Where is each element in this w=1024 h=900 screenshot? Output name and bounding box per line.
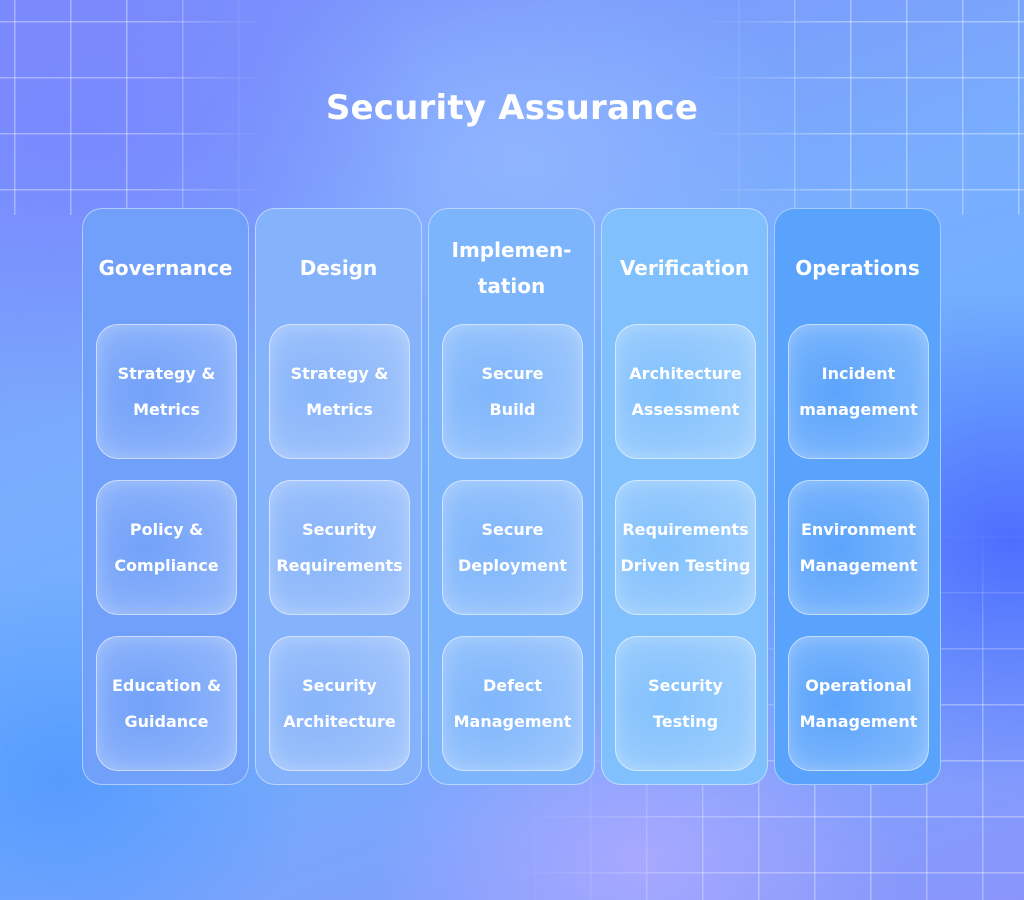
column-governance: Governance Strategy & Metrics Policy & C… [82, 208, 249, 785]
column-header: Governance [98, 256, 233, 280]
practice-card[interactable]: Policy & Compliance [96, 480, 237, 615]
column-header: Design [299, 256, 378, 280]
column-implementation: Implemen- tation Secure Build Secure Dep… [428, 208, 595, 785]
diagram-title: Security Assurance [325, 88, 699, 128]
column-header: Verification [619, 256, 750, 280]
practice-card[interactable]: Security Testing [615, 636, 756, 771]
column-operations: Operations Incident management Environme… [774, 208, 941, 785]
practice-card[interactable]: Security Architecture [269, 636, 410, 771]
practice-card[interactable]: Strategy & Metrics [96, 324, 237, 459]
column-verification: Verification Architecture Assessment Req… [601, 208, 768, 785]
practice-card[interactable]: Security Requirements [269, 480, 410, 615]
practice-card[interactable]: Environment Management [788, 480, 929, 615]
practice-card[interactable]: Incident management [788, 324, 929, 459]
practice-card[interactable]: Secure Build [442, 324, 583, 459]
column-design: Design Strategy & Metrics Security Requi… [255, 208, 422, 785]
practice-card[interactable]: Architecture Assessment [615, 324, 756, 459]
practice-card[interactable]: Requirements Driven Testing [615, 480, 756, 615]
practice-card[interactable]: Education & Guidance [96, 636, 237, 771]
practice-card[interactable]: Secure Deployment [442, 480, 583, 615]
column-header: Operations [795, 256, 920, 280]
practice-card[interactable]: Operational Management [788, 636, 929, 771]
column-header: Implemen- tation [451, 238, 572, 298]
practice-card[interactable]: Defect Management [442, 636, 583, 771]
practice-card[interactable]: Strategy & Metrics [269, 324, 410, 459]
